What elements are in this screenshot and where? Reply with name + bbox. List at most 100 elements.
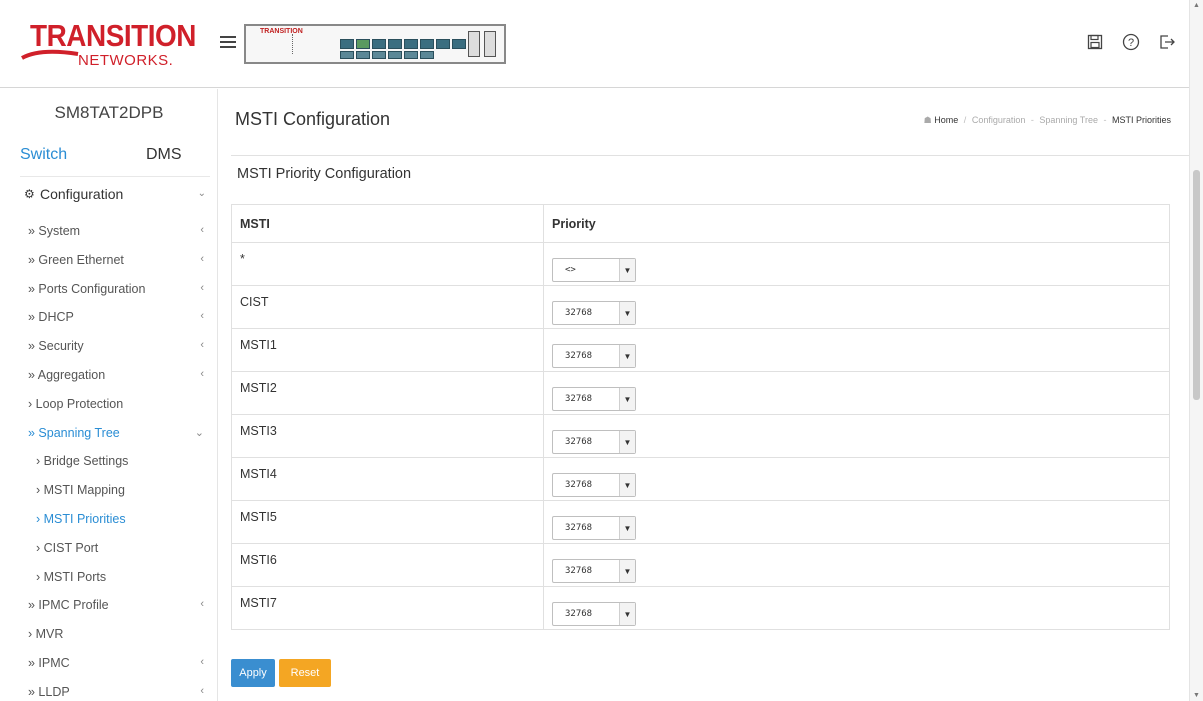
sidebar-item-loop-protection[interactable]: › Loop Protection: [20, 391, 210, 420]
sidebar-item-dhcp[interactable]: » DHCP ‹: [20, 304, 210, 333]
device-model: SM8TAT2DPB: [54, 103, 164, 122]
breadcrumb-separator: /: [963, 115, 967, 125]
sidebar-item-mvr[interactable]: › MVR: [20, 621, 210, 650]
port-icon[interactable]: [420, 39, 434, 49]
scroll-down-icon[interactable]: ▼: [1193, 692, 1200, 699]
section-title: MSTI Priority Configuration: [237, 166, 412, 182]
priority-cell: 32768 ▼: [543, 328, 1170, 372]
sidebar-item-msti-priorities[interactable]: › MSTI Priorities: [20, 506, 210, 535]
scroll-up-icon[interactable]: ▲: [1193, 2, 1200, 9]
help-icon[interactable]: ?: [1121, 32, 1141, 52]
priority-select[interactable]: <> ▼: [552, 258, 636, 282]
home-icon: ☗: [923, 115, 932, 125]
brand-logo[interactable]: TRANSITION NETWORKS.: [18, 18, 198, 76]
priority-select[interactable]: 32768 ▼: [552, 602, 636, 626]
chevron-left-icon: ‹: [200, 252, 204, 265]
priority-select[interactable]: 32768 ▼: [552, 344, 636, 368]
port-icon[interactable]: [404, 39, 418, 49]
sidebar-item-green-ethernet[interactable]: » Green Ethernet ‹: [20, 247, 210, 276]
port-icon[interactable]: [372, 51, 386, 59]
priority-select[interactable]: 32768 ▼: [552, 387, 636, 411]
sidebar-item-configuration[interactable]: ⚙ Configuration ⌄: [20, 186, 210, 208]
priority-select[interactable]: 32768 ▼: [552, 430, 636, 454]
priority-select[interactable]: 32768 ▼: [552, 473, 636, 497]
priority-select[interactable]: 32768 ▼: [552, 559, 636, 583]
port-icon[interactable]: [356, 39, 370, 49]
sidebar-item-security[interactable]: » Security ‹: [20, 333, 210, 362]
dropdown-arrow-icon: ▼: [619, 517, 635, 539]
sidebar-item-label: Configuration: [40, 186, 124, 202]
sidebar-tabs: Switch DMS: [20, 146, 210, 177]
chevron-down-icon: ⌄: [197, 188, 206, 199]
sfp-port-icon[interactable]: [468, 31, 480, 57]
port-icon[interactable]: [388, 51, 402, 59]
svg-text:?: ?: [1128, 37, 1134, 49]
dropdown-arrow-icon: ▼: [619, 302, 635, 324]
chevron-left-icon: ‹: [200, 655, 204, 668]
save-icon[interactable]: [1085, 32, 1105, 52]
sidebar-item-msti-ports[interactable]: › MSTI Ports: [20, 564, 210, 593]
device-brand-label: TRANSITION: [260, 28, 303, 35]
breadcrumb-spanning-tree[interactable]: Spanning Tree: [1039, 115, 1098, 125]
sidebar-item-ipmc-profile[interactable]: » IPMC Profile ‹: [20, 592, 210, 621]
msti-cell: MSTI7: [231, 586, 544, 630]
apply-button[interactable]: Apply: [231, 659, 275, 687]
table-row: MSTI2 32768 ▼: [231, 371, 1170, 415]
sidebar-item-ipmc[interactable]: » IPMC ‹: [20, 650, 210, 679]
tab-dms[interactable]: DMS: [146, 146, 182, 164]
priority-cell: 32768 ▼: [543, 543, 1170, 587]
table-row: MSTI5 32768 ▼: [231, 500, 1170, 544]
sidebar-item-msti-mapping[interactable]: › MSTI Mapping: [20, 477, 210, 506]
sidebar-item-system[interactable]: » System ‹: [20, 218, 210, 247]
port-icon[interactable]: [404, 51, 418, 59]
port-icon[interactable]: [372, 39, 386, 49]
sidebar-item-bridge-settings[interactable]: › Bridge Settings: [20, 448, 210, 477]
port-icon[interactable]: [452, 39, 466, 49]
table-header-row: MSTI Priority: [231, 204, 1170, 243]
port-icon[interactable]: [340, 39, 354, 49]
column-header-priority: Priority: [543, 204, 1170, 243]
priority-cell: 32768 ▼: [543, 586, 1170, 630]
breadcrumb: ☗ Home / Configuration - Spanning Tree -…: [924, 115, 1171, 126]
sidebar-item-lldp[interactable]: » LLDP ‹: [20, 679, 210, 701]
tab-switch[interactable]: Switch: [20, 146, 67, 164]
breadcrumb-home[interactable]: Home: [934, 115, 958, 125]
scrollbar-thumb[interactable]: [1193, 170, 1200, 400]
device-front-panel[interactable]: TRANSITION: [244, 24, 506, 64]
port-icon[interactable]: [420, 51, 434, 59]
msti-cell: CIST: [231, 285, 544, 329]
breadcrumb-separator: -: [1103, 115, 1107, 125]
priority-cell: 32768 ▼: [543, 371, 1170, 415]
top-header: TRANSITION NETWORKS. TRANSITION ?: [0, 0, 1203, 88]
logo-sub-text: NETWORKS.: [78, 52, 174, 69]
dropdown-arrow-icon: ▼: [619, 345, 635, 367]
logout-icon[interactable]: [1157, 32, 1177, 52]
device-led-strip: [292, 34, 294, 54]
section-divider: [231, 155, 1189, 156]
port-icon[interactable]: [436, 39, 450, 49]
port-icon[interactable]: [388, 39, 402, 49]
msti-cell: MSTI3: [231, 414, 544, 458]
dropdown-arrow-icon: ▼: [619, 603, 635, 625]
dropdown-arrow-icon: ▼: [619, 474, 635, 496]
priority-select[interactable]: 32768 ▼: [552, 516, 636, 540]
table-row: MSTI7 32768 ▼: [231, 586, 1170, 630]
header-actions: ?: [1085, 32, 1177, 52]
vertical-scrollbar[interactable]: ▲ ▼: [1189, 0, 1203, 701]
msti-priority-table: MSTI Priority * <> ▼ CIST 32768 ▼ MSTI1 32…: [231, 204, 1170, 630]
breadcrumb-configuration[interactable]: Configuration: [972, 115, 1026, 125]
sidebar-item-spanning-tree[interactable]: » Spanning Tree ⌄: [20, 420, 210, 449]
page-title: MSTI Configuration: [235, 109, 391, 129]
sidebar-item-ports-configuration[interactable]: » Ports Configuration ‹: [20, 276, 210, 305]
priority-select[interactable]: 32768 ▼: [552, 301, 636, 325]
reset-button[interactable]: Reset: [279, 659, 331, 687]
sidebar-item-aggregation[interactable]: » Aggregation ‹: [20, 362, 210, 391]
priority-cell: <> ▼: [543, 242, 1170, 286]
sidebar-item-cist-port[interactable]: › CIST Port: [20, 535, 210, 564]
sidebar: SM8TAT2DPB Switch DMS ⚙ Configuration ⌄ …: [0, 89, 218, 701]
menu-toggle-icon[interactable]: [220, 36, 236, 50]
port-icon[interactable]: [356, 51, 370, 59]
msti-cell: MSTI4: [231, 457, 544, 501]
sfp-port-icon[interactable]: [484, 31, 496, 57]
port-icon[interactable]: [340, 51, 354, 59]
